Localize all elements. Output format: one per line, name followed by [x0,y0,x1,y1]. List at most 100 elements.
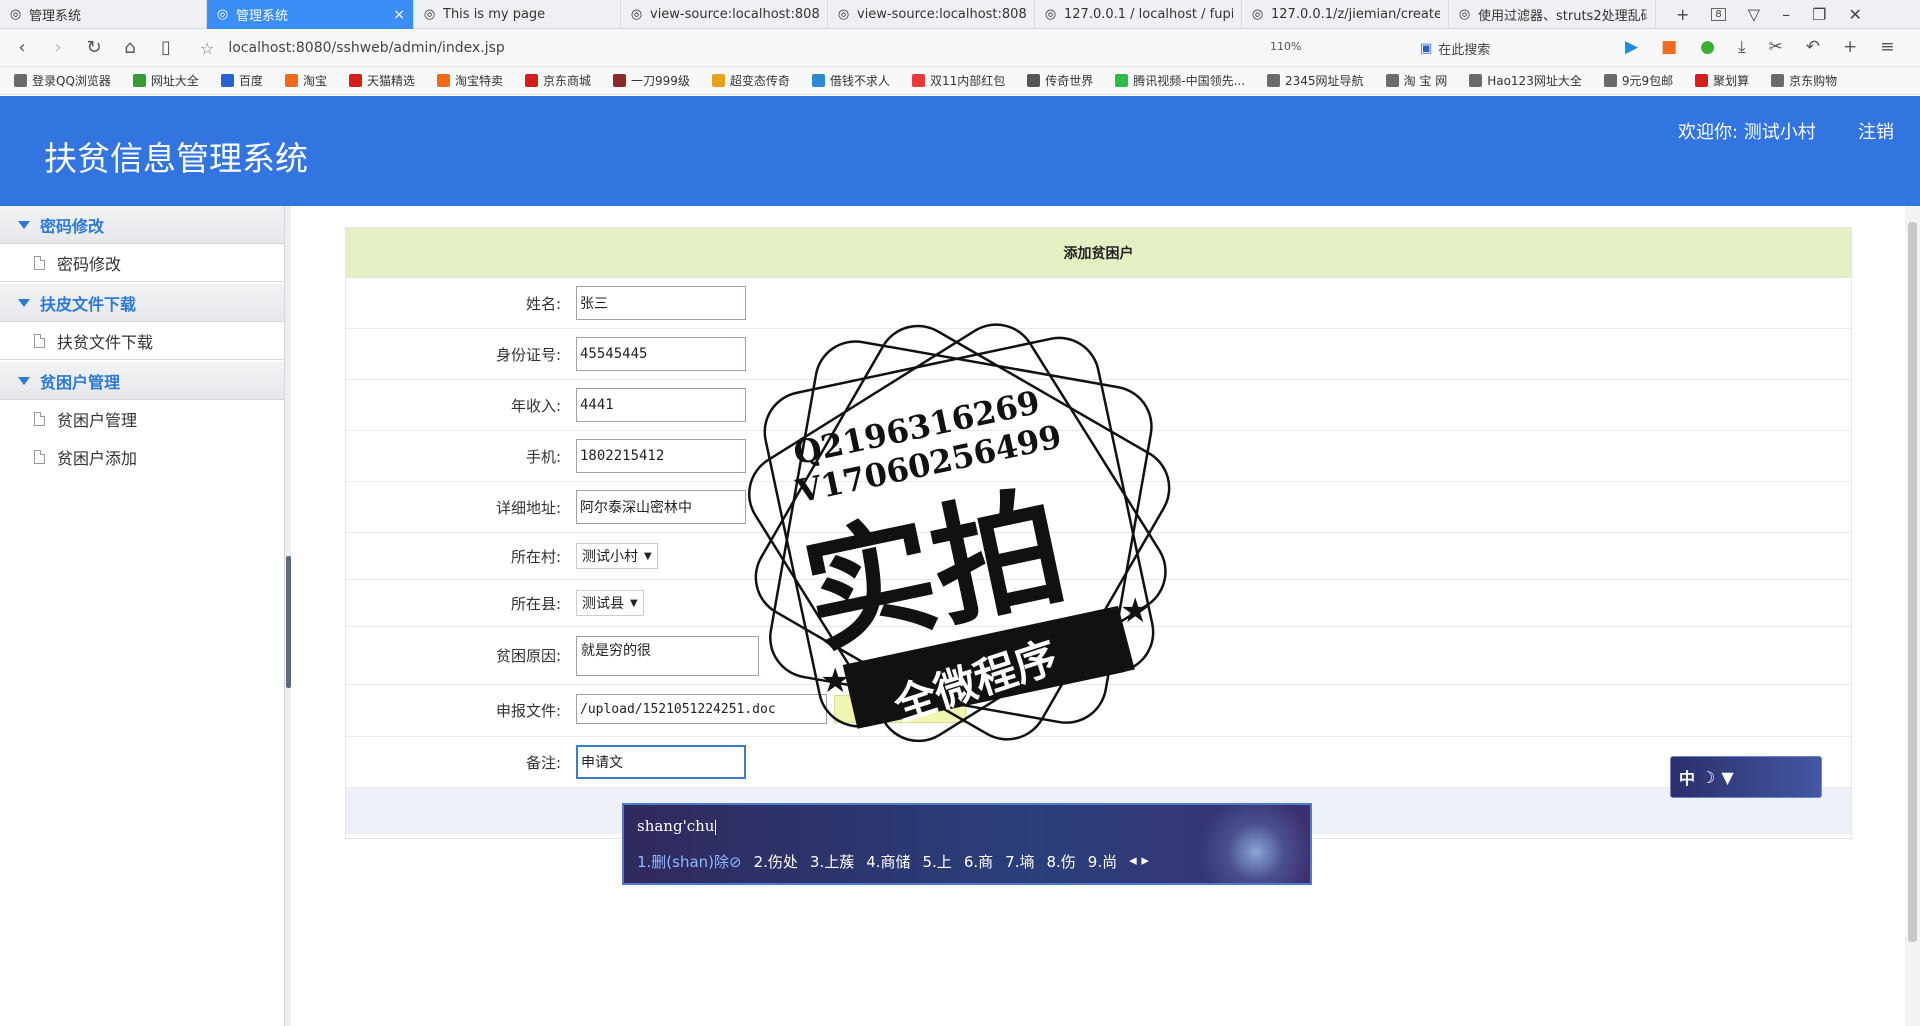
page-scrollbar[interactable] [1905,206,1920,1026]
bookmark-item[interactable]: 超变态传奇 [711,72,790,89]
bookmark-label: 双11内部红包 [929,74,1006,88]
back-icon[interactable]: ‹ [4,37,40,58]
close-icon[interactable]: × [393,7,405,23]
chat-icon[interactable]: ● [1700,37,1715,57]
ime-candidate[interactable]: 7.墒 [1005,851,1034,872]
bookmark-label: 淘宝特卖 [454,74,503,88]
chevron-down-icon: ▼ [630,597,638,609]
download-icon[interactable]: ⤓ [1738,37,1746,57]
tab-count[interactable]: 8 [1711,7,1726,21]
county-select[interactable]: 测试县 ▼ [576,590,644,616]
video-icon[interactable]: ■ [1661,37,1677,57]
ime-candidate[interactable]: 4.商储 [866,851,910,872]
ime-mode[interactable]: 中 [1679,765,1695,789]
form-title: 添加贫困户 [346,228,1851,278]
browser-tab[interactable]: ◎ 127.0.0.1/z/jiemian/create.p [1242,0,1449,29]
scissors-icon[interactable]: ✂ [1769,37,1783,57]
close-window-icon[interactable]: ✕ [1848,5,1861,24]
expand-triangle-icon [18,376,30,385]
scrollbar-thumb[interactable] [1908,222,1917,942]
bookmark-item[interactable]: 淘宝 [284,72,327,89]
ime-page-arrows-icon[interactable]: ◂ ▸ [1129,851,1149,872]
browser-tab[interactable]: ◎ 管理系统 [0,0,207,29]
undo-icon[interactable]: ↶ [1806,37,1820,57]
sidebar-item-password[interactable]: 密码修改 [0,244,285,282]
play-icon[interactable]: ▶ [1625,37,1638,57]
bookmark-item[interactable]: Hao123网址大全 [1469,72,1582,89]
bookmark-favicon-icon [1385,74,1399,87]
watermark-stamp: Q2196316269 V17060256499 实拍 全微程序 ★ ★ [747,323,1171,743]
browser-tab[interactable]: ◎ view-source:localhost:8080/ [621,0,828,29]
bookmark-item[interactable]: 2345网址导航 [1267,72,1364,89]
bookmark-item[interactable]: 京东商城 [524,72,591,89]
menu-icon[interactable]: ≡ [1880,37,1894,57]
village-select[interactable]: 测试小村 ▼ [576,543,658,569]
home-icon[interactable]: ⌂ [112,37,148,58]
bookmark-label: 聚划算 [1713,74,1750,88]
globe-icon: ◎ [1458,7,1471,22]
ime-candidate[interactable]: 1.删(shan)除⊘ [637,851,742,872]
bookmark-item[interactable]: 借钱不求人 [811,72,890,89]
bookmark-item[interactable]: 聚划算 [1695,72,1749,89]
ime-candidate[interactable]: 3.上蔟 [810,851,854,872]
sidebar-item-household-add[interactable]: 贫困户添加 [0,438,285,476]
bookmark-item[interactable]: 淘宝特卖 [436,72,503,89]
bookmark-star-icon[interactable]: ☆ [200,39,214,58]
restore-icon[interactable]: ❐ [1812,5,1826,24]
bookmark-favicon-icon [1115,74,1129,87]
sidebar-splitter[interactable] [284,206,291,1026]
tab-label: view-source:localhost:8080/ [650,7,819,22]
ime-candidate[interactable]: 9.尚 [1088,851,1117,872]
browser-tab[interactable]: ◎ This is my page [414,0,621,29]
bookmark-item[interactable]: 淘 宝 网 [1385,72,1448,89]
new-tab-icon[interactable]: + [1843,37,1857,57]
star-icon: ★ [820,661,850,701]
sidebar-item-household-manage[interactable]: 贫困户管理 [0,400,285,438]
bookmark-item[interactable]: 双11内部红包 [911,72,1006,89]
village-select-value: 测试小村 [582,549,638,565]
ime-candidate-list: 1.删(shan)除⊘ 2.伤处 3.上蔟 4.商储 5.上 6.商 7.墒 8.伤 9.尚 ◂ … [637,851,1149,872]
minimize-icon[interactable]: – [1782,5,1790,24]
bookmark-favicon-icon [220,74,234,87]
bookmark-item[interactable]: 传奇世界 [1027,72,1093,89]
ime-candidate[interactable]: 8.伤 [1046,851,1075,872]
tab-label: 使用过滤器、struts2处理乱码 [1478,9,1647,24]
ime-candidate[interactable]: 5.上 [923,851,952,872]
search-field[interactable]: ▣ 在此搜索 [1420,34,1610,62]
ime-candidate[interactable]: 6.商 [964,851,993,872]
url-field[interactable]: ☆ localhost:8080/sshweb/admin/index.jsp [200,34,1395,62]
search-engine-icon[interactable]: ▣ [1420,41,1432,56]
reader-icon[interactable]: ▯ [148,37,184,58]
bookmark-item[interactable]: 天猫精选 [348,72,415,89]
browser-tab[interactable]: ◎ 127.0.0.1 / localhost / fupin [1035,0,1242,29]
browser-tab[interactable]: ◎ 使用过滤器、struts2处理乱码 [1449,0,1656,29]
bookmark-item[interactable]: 9元9包邮 [1603,72,1673,89]
ime-candidate[interactable]: 2.伤处 [754,851,798,872]
bookmark-label: 淘 宝 网 [1403,74,1448,88]
forward-icon[interactable]: › [40,37,76,58]
document-icon [34,333,45,348]
bookmark-favicon-icon [436,74,450,87]
bookmark-item[interactable]: 腾讯视频-中国领先... [1115,72,1245,89]
splitter-handle[interactable] [286,556,291,688]
bookmark-item[interactable]: 百度 [220,72,263,89]
bookmark-item[interactable]: 网址大全 [132,72,199,89]
browser-tab[interactable]: ◎ 管理系统 × [207,0,414,29]
zoom-level[interactable]: 110% [1270,40,1301,53]
logout-link[interactable]: 注销 [1858,118,1894,144]
sidebar-group-password[interactable]: 密码修改 [0,206,285,244]
reload-icon[interactable]: ↻ [76,37,112,58]
bookmark-item[interactable]: 登录QQ浏览器 [14,72,111,89]
bookmark-item[interactable]: 京东购物 [1771,72,1837,89]
browser-tab-bar: ◎ 管理系统 ◎ 管理系统 × ◎ This is my page ◎ view-source:… [0,0,1920,29]
sidebar-item-file-download[interactable]: 扶贫文件下载 [0,322,285,360]
bookmark-item[interactable]: 一刀999级 [613,72,690,89]
tab-label: 管理系统 [29,9,82,24]
sidebar-group-files[interactable]: 扶皮文件下载 [0,284,285,322]
bookmark-favicon-icon [911,74,925,87]
sidebar-group-households[interactable]: 贫困户管理 [0,362,285,400]
browser-tab[interactable]: ◎ view-source:localhost:8080/ [828,0,1035,29]
new-tab-icon[interactable]: + [1676,5,1689,24]
ime-status-bar[interactable]: 中 ☽ ▼ [1670,756,1822,798]
shield-icon[interactable]: ▽ [1748,5,1760,24]
